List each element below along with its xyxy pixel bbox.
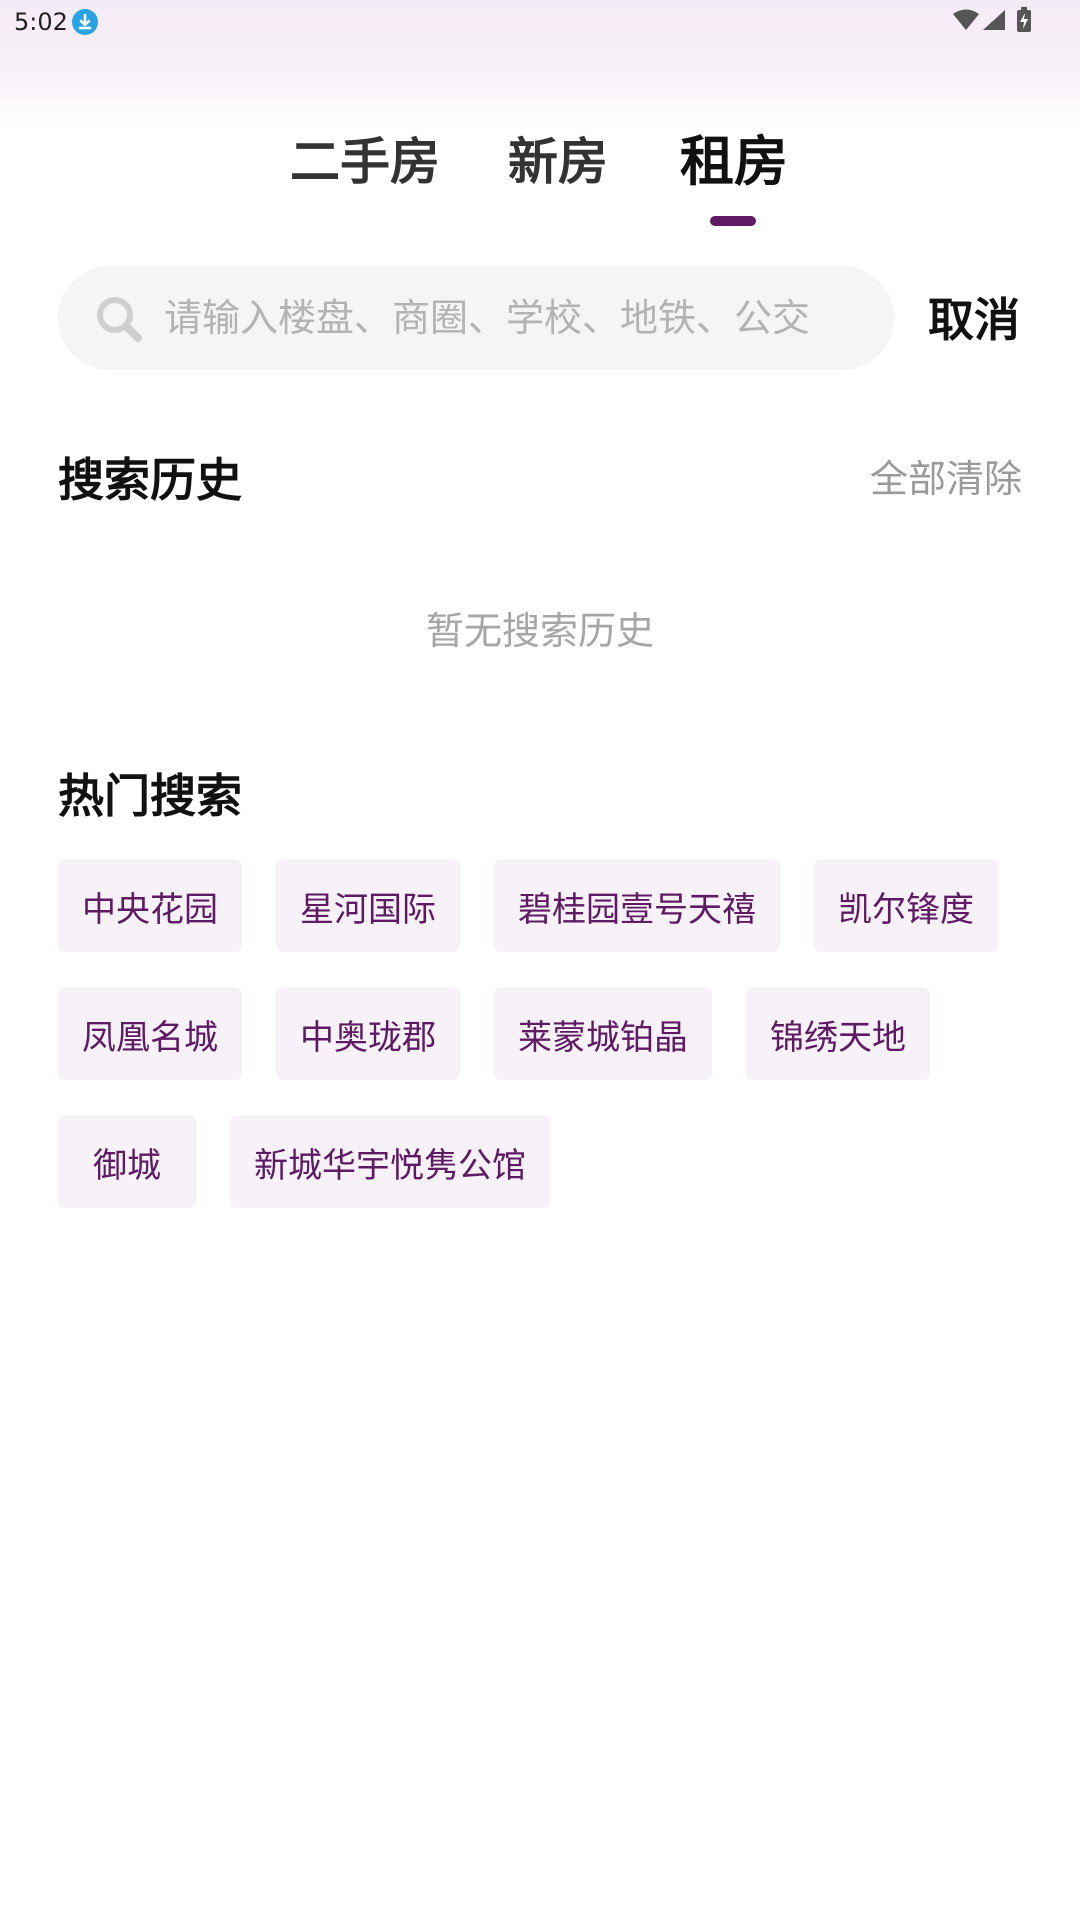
search-bar[interactable] [58,266,894,370]
cancel-button[interactable]: 取消 [928,290,1020,350]
search-history-title: 搜索历史 [58,453,242,507]
hot-search-tag[interactable]: 新城华宇悦隽公馆 [230,1116,550,1208]
hot-search-tag[interactable]: 星河国际 [276,860,460,952]
tab-second-hand[interactable]: 二手房 [290,130,440,194]
download-icon [72,9,98,35]
hot-search-tag[interactable]: 凯尔锋度 [814,860,998,952]
hot-search-title: 热门搜索 [58,769,242,823]
search-icon [94,294,144,344]
status-bar: 5:02 [0,0,1080,42]
clear-all-button[interactable]: 全部清除 [870,452,1022,506]
search-input[interactable] [164,288,864,348]
hot-search-tag[interactable]: 莱蒙城铂晶 [494,988,712,1080]
status-time: 5:02 [14,8,68,36]
hot-search-tag[interactable]: 御城 [58,1116,196,1208]
empty-history-text: 暂无搜索历史 [425,609,654,653]
signal-icon [982,9,1006,35]
tab-new-house[interactable]: 新房 [508,130,608,194]
hot-search-tag[interactable]: 锦绣天地 [746,988,930,1080]
hot-search-tag[interactable]: 中央花园 [58,860,242,952]
wifi-icon [952,9,980,35]
hot-search-tags: 中央花园 星河国际 碧桂园壹号天禧 凯尔锋度 凤凰名城 中奥珑郡 莱蒙城铂晶 锦… [58,860,1038,1208]
house-type-tabs: 二手房 新房 租房 [0,130,1080,230]
hot-search-tag[interactable]: 凤凰名城 [58,988,242,1080]
tab-rent[interactable]: 租房 [680,130,788,194]
hot-search-tag[interactable]: 碧桂园壹号天禧 [494,860,780,952]
active-tab-indicator [710,216,756,226]
hot-search-tag[interactable]: 中奥珑郡 [276,988,460,1080]
battery-charging-icon [1016,7,1032,37]
